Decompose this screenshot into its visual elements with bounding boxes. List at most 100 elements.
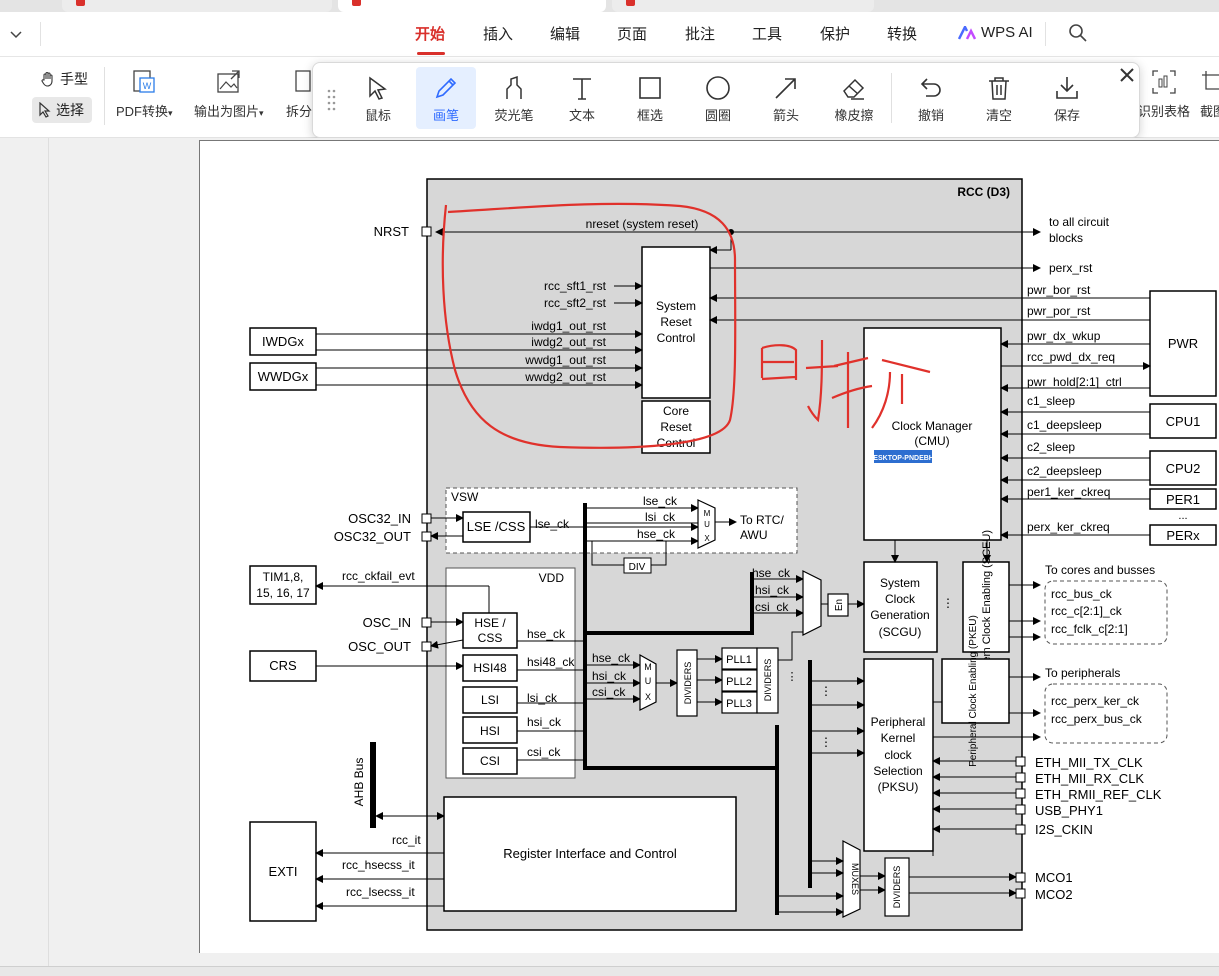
mux-letter-x: X bbox=[645, 692, 651, 702]
iwdgx-label: IWDGx bbox=[262, 334, 304, 349]
blocks-label: blocks bbox=[1049, 231, 1083, 245]
mco2-label: MCO2 bbox=[1035, 887, 1073, 902]
vdd-label: VDD bbox=[539, 571, 565, 585]
crs-label: CRS bbox=[269, 658, 297, 673]
div-label: DIV bbox=[629, 562, 646, 573]
hsi48-label: HSI48 bbox=[473, 661, 507, 675]
c1-sleep-label: c1_sleep bbox=[1027, 394, 1075, 408]
osc-in-label: OSC_IN bbox=[363, 615, 411, 630]
nrst-label: NRST bbox=[374, 224, 409, 239]
wwdg2-label: wwdg2_out_rst bbox=[524, 370, 606, 384]
iwdg2-label: iwdg2_out_rst bbox=[531, 335, 606, 349]
eth-rx-pin bbox=[1015, 772, 1026, 783]
osc-in-pin bbox=[421, 617, 432, 628]
ellipsis: ⋮ bbox=[942, 596, 954, 610]
rcc-title: RCC (D3) bbox=[957, 185, 1010, 199]
pksu-label-3: clock bbox=[884, 748, 912, 762]
enable-label: En bbox=[834, 599, 845, 611]
vdd-lsi-ck-label: lsi_ck bbox=[527, 691, 558, 705]
per1-ckreq-label: per1_ker_ckreq bbox=[1027, 485, 1110, 499]
pwr-dx-wkup-label: pwr_dx_wkup bbox=[1027, 329, 1101, 343]
hse-css-label-1: HSE / bbox=[474, 616, 506, 630]
to-rtc-label-1: To RTC/ bbox=[740, 513, 784, 527]
pksu-label-1: Peripheral bbox=[871, 715, 926, 729]
usb-phy-label: USB_PHY1 bbox=[1035, 803, 1103, 818]
scgu-label-2: Clock bbox=[885, 592, 916, 606]
hse-css-label-2: CSS bbox=[478, 631, 503, 645]
vsw-hse-ck-label: hse_ck bbox=[637, 527, 676, 541]
core-reset-label-2: Reset bbox=[660, 420, 692, 434]
post-dividers-label: DIVIDERS bbox=[763, 659, 773, 702]
mco1-pin bbox=[1015, 872, 1026, 883]
rcc-sft2-label: rcc_sft2_rst bbox=[544, 296, 607, 310]
wwdg1-label: wwdg1_out_rst bbox=[524, 353, 606, 367]
eth-rx-label: ETH_MII_RX_CLK bbox=[1035, 771, 1144, 786]
iwdg1-label: iwdg1_out_rst bbox=[531, 319, 606, 333]
system-reset-label-1: System bbox=[656, 299, 696, 313]
vsw-label: VSW bbox=[451, 490, 479, 504]
pll2-label: PLL2 bbox=[726, 676, 752, 688]
rcc-c-ck-label: rcc_c[2:1]_ck bbox=[1051, 604, 1123, 618]
sys-csi-ck-label: csi_ck bbox=[755, 600, 789, 614]
ellipsis: ⋮ bbox=[787, 671, 798, 683]
pwr-bor-label: pwr_bor_rst bbox=[1027, 283, 1091, 297]
csi-label: CSI bbox=[480, 754, 500, 768]
pkeu-label: Peripheral Clock Enabling (PKEU) bbox=[968, 615, 979, 767]
mco2-pin bbox=[1015, 888, 1026, 899]
register-interface-label: Register Interface and Control bbox=[503, 846, 677, 861]
rcc-it-label: rcc_it bbox=[392, 833, 421, 847]
osc32-out-label: OSC32_OUT bbox=[334, 529, 411, 544]
desktop-tag-label: DESKTOP-PNDEBH6 bbox=[868, 455, 938, 462]
usb-phy-pin bbox=[1015, 804, 1026, 815]
to-cores-label: To cores and busses bbox=[1045, 563, 1155, 577]
cpu2-label: CPU2 bbox=[1166, 461, 1201, 476]
pll-hse-ck-label: hse_ck bbox=[592, 651, 631, 665]
vsw-lsi-ck-label: lsi_ck bbox=[645, 510, 676, 524]
perx-label: PERx bbox=[1166, 528, 1200, 543]
scgu-label-3: Generation bbox=[870, 608, 929, 622]
pll-csi-ck-label: csi_ck bbox=[592, 685, 626, 699]
pksu-label-2: Kernel bbox=[881, 731, 916, 745]
nreset-label: nreset (system reset) bbox=[586, 217, 699, 231]
cpu1-label: CPU1 bbox=[1166, 414, 1201, 429]
vdd-hse-ck-label: hse_ck bbox=[527, 627, 566, 641]
tim-label-2: 15, 16, 17 bbox=[256, 586, 310, 600]
hsi-label: HSI bbox=[480, 724, 500, 738]
eth-rmii-pin bbox=[1015, 788, 1026, 799]
rcc-pwd-req-label: rcc_pwd_dx_req bbox=[1027, 350, 1115, 364]
system-reset-label-3: Control bbox=[657, 331, 696, 345]
cmu-label-1: Clock Manager bbox=[892, 419, 973, 433]
osc32-out-pin bbox=[421, 531, 432, 542]
muxes-label: MUXES bbox=[850, 863, 860, 895]
rcc-bus-ck-label: rcc_bus_ck bbox=[1051, 587, 1113, 601]
wwdgx-label: WWDGx bbox=[258, 369, 309, 384]
rcc-block-diagram: RCC (D3) NRST nreset (system reset) to a… bbox=[249, 178, 1217, 931]
lse-ck-label: lse_ck bbox=[535, 517, 570, 531]
c1-deepsleep-label: c1_deepsleep bbox=[1027, 418, 1102, 432]
rcc-hsecss-label: rcc_hsecss_it bbox=[342, 858, 415, 872]
i2s-pin bbox=[1015, 824, 1026, 835]
ellipsis: ... bbox=[1178, 510, 1187, 522]
ckfail-label: rcc_ckfail_evt bbox=[342, 569, 415, 583]
rcc-fclk-label: rcc_fclk_c[2:1] bbox=[1051, 622, 1128, 636]
scgu-label-1: System bbox=[880, 576, 920, 590]
to-all-label: to all circuit bbox=[1049, 215, 1110, 229]
osc-out-pin bbox=[421, 641, 432, 652]
pwr-por-label: pwr_por_rst bbox=[1027, 304, 1091, 318]
mux-letter-u: U bbox=[704, 520, 710, 529]
c2-deepsleep-label: c2_deepsleep bbox=[1027, 464, 1102, 478]
eth-rmii-label: ETH_RMII_REF_CLK bbox=[1035, 787, 1162, 802]
perx-rst-label: perx_rst bbox=[1049, 261, 1093, 275]
vdd-csi-ck-label: csi_ck bbox=[527, 745, 561, 759]
pksu-label-5: (PKSU) bbox=[878, 780, 919, 794]
eth-tx-label: ETH_MII_TX_CLK bbox=[1035, 755, 1143, 770]
to-rtc-label-2: AWU bbox=[740, 528, 768, 542]
lsi-label: LSI bbox=[481, 693, 499, 707]
cmu-label-2: (CMU) bbox=[914, 434, 949, 448]
i2s-label: I2S_CKIN bbox=[1035, 822, 1093, 837]
perx-ker-ck-label: rcc_perx_ker_ck bbox=[1051, 694, 1140, 708]
eth-tx-pin bbox=[1015, 756, 1026, 767]
pre-dividers-label: DIVIDERS bbox=[683, 662, 693, 705]
pwr-label: PWR bbox=[1168, 336, 1198, 351]
c2-sleep-label: c2_sleep bbox=[1027, 440, 1075, 454]
